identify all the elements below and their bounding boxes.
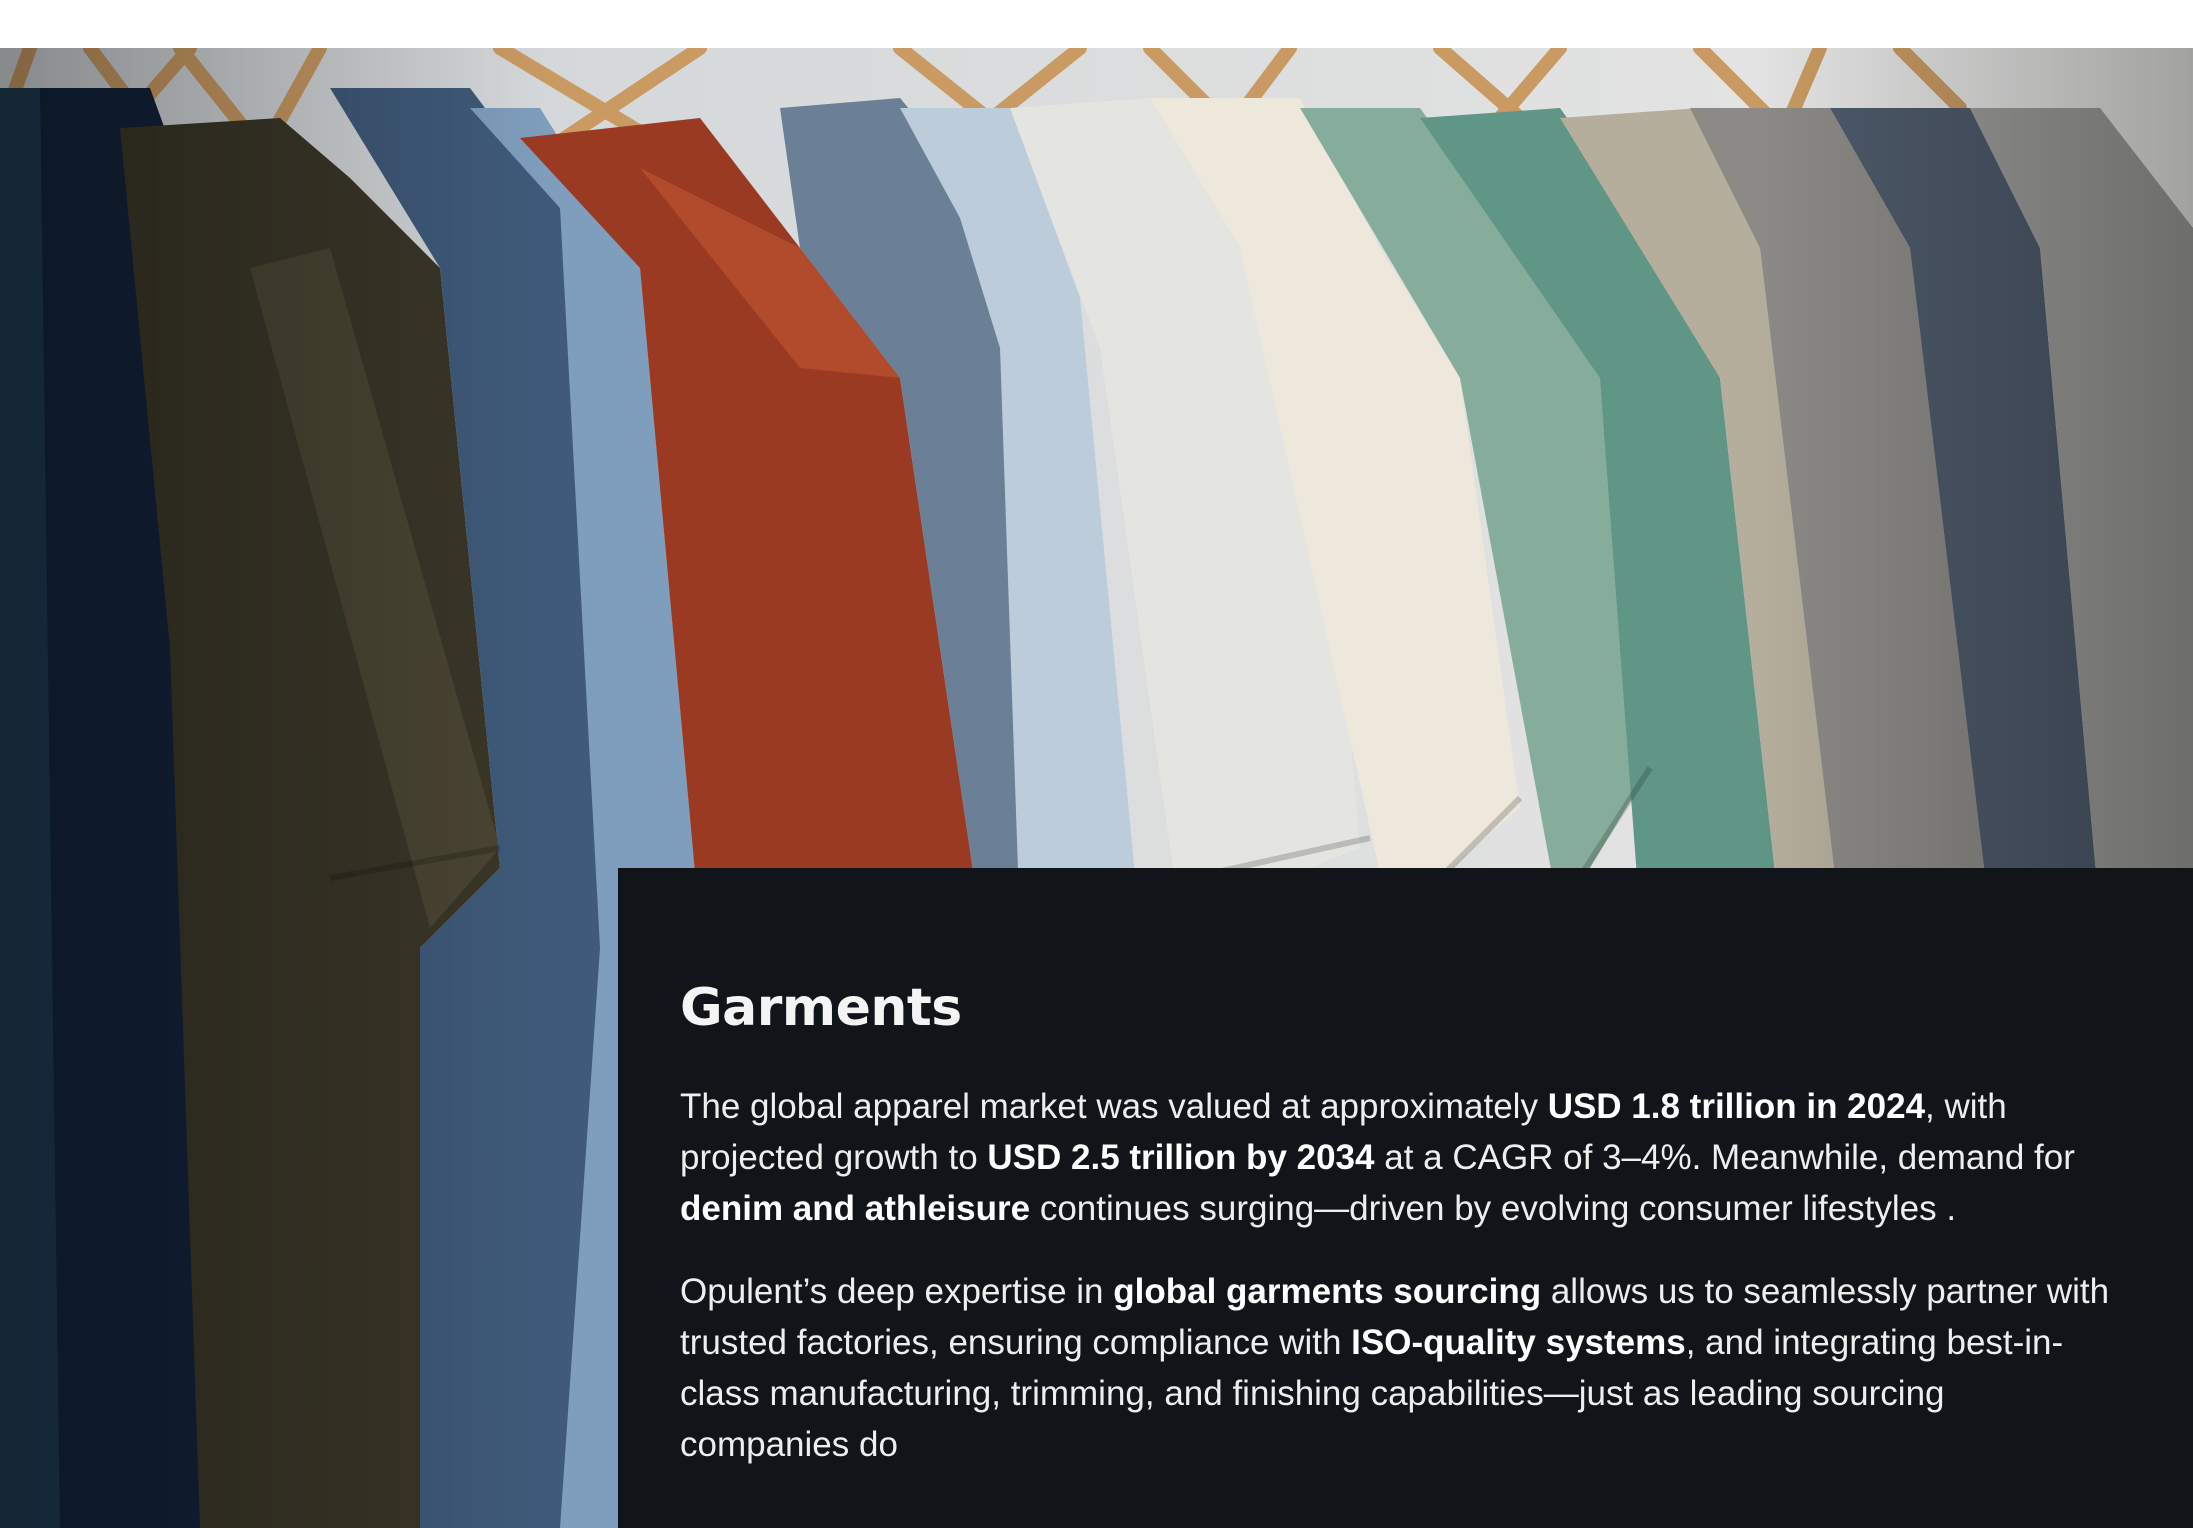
highlight-denim-athleisure: denim and athleisure <box>680 1189 1031 1229</box>
garments-info-card: Garments The global apparel market was v… <box>618 868 2193 1528</box>
page: Garments The global apparel market was v… <box>0 0 2193 1528</box>
paragraph-text: at a CAGR of 3–4%. Meanwhile, demand for <box>1374 1138 2075 1178</box>
paragraph-text: Opulent’s deep expertise in <box>680 1272 1114 1312</box>
expertise-paragraph: Opulent’s deep expertise in global garme… <box>680 1266 2120 1470</box>
market-overview-paragraph: The global apparel market was valued at … <box>680 1081 2120 1234</box>
paragraph-text: continues surging—driven by evolving con… <box>1030 1189 1957 1229</box>
paragraph-text: The global apparel market was valued at … <box>680 1087 1548 1127</box>
highlight-market-value-2024: USD 1.8 trillion in 2024 <box>1547 1087 1926 1127</box>
highlight-global-sourcing: global garments sourcing <box>1113 1272 1542 1312</box>
section-title: Garments <box>680 978 962 1038</box>
highlight-iso-quality: ISO-quality systems <box>1351 1323 1686 1363</box>
highlight-market-value-2034: USD 2.5 trillion by 2034 <box>987 1138 1375 1178</box>
